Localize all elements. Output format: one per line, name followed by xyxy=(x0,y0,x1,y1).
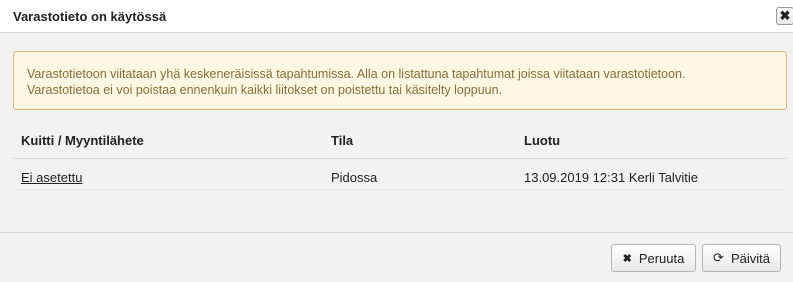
cancel-button[interactable]: ✖ Peruuta xyxy=(611,244,696,272)
column-header-status: Tila xyxy=(331,133,354,148)
close-icon: ✖ xyxy=(779,8,791,23)
cancel-button-label: Peruuta xyxy=(638,250,685,266)
table-header-divider xyxy=(13,158,787,159)
receipt-link[interactable]: Ei asetettu xyxy=(21,170,82,185)
footer-divider xyxy=(0,232,793,233)
alert-text-line-2: Varastotietoa ei voi poistaa ennenkuin k… xyxy=(27,83,503,97)
dialog-title: Varastotieto on käytössä xyxy=(13,9,167,24)
refresh-button[interactable]: ⟳ Päivitä xyxy=(702,244,781,272)
dialog-titlebar: Varastotieto on käytössä ✖ xyxy=(0,0,793,33)
row-created-cell: 13.09.2019 12:31 Kerli Talvitie xyxy=(524,170,698,185)
refresh-icon: ⟳ xyxy=(713,250,724,265)
close-button[interactable]: ✖ xyxy=(776,7,793,25)
row-status-cell: Pidossa xyxy=(331,170,378,185)
column-header-created: Luotu xyxy=(524,133,561,148)
table-row-divider xyxy=(13,189,787,190)
warning-alert: Varastotietoon viitataan yhä keskeneräis… xyxy=(13,51,787,110)
column-header-receipt: Kuitti / Myyntilähete xyxy=(21,133,144,148)
close-icon: ✖ xyxy=(622,252,632,265)
refresh-button-label: Päivitä xyxy=(730,250,770,266)
alert-text-line-1: Varastotietoon viitataan yhä keskeneräis… xyxy=(27,67,686,81)
row-receipt-cell: Ei asetettu xyxy=(21,170,82,185)
